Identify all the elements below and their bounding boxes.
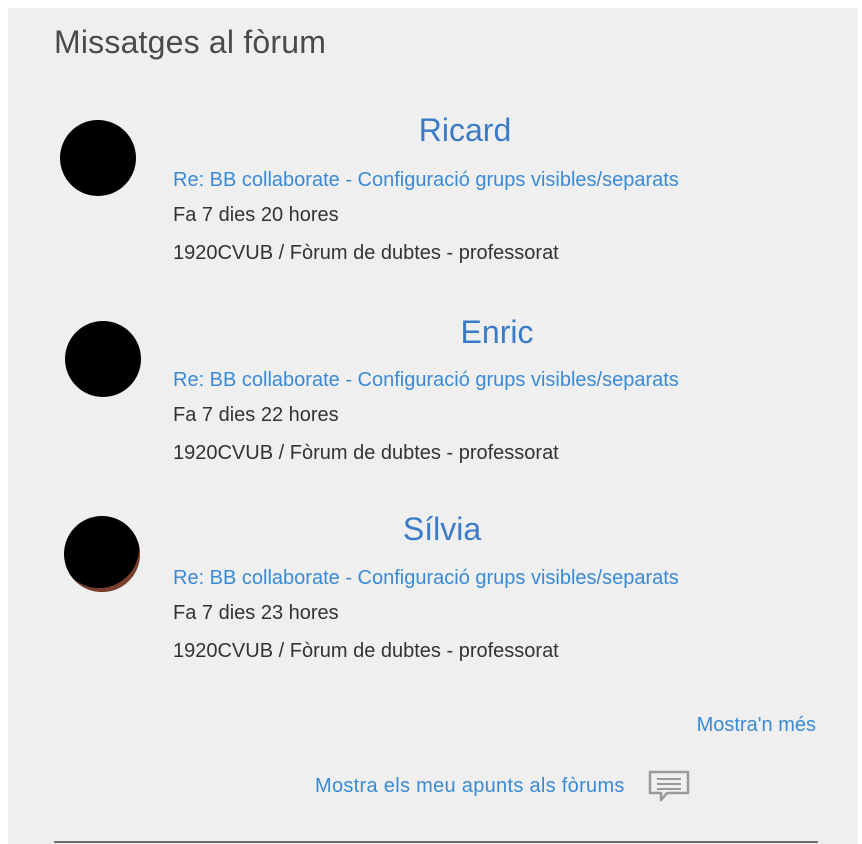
avatar[interactable]: [64, 516, 140, 592]
block-title: Missatges al fòrum: [54, 24, 327, 60]
post-forum: 1920CVUB / Fòrum de dubtes - professorat: [173, 640, 559, 662]
forum-post: Ricard Re: BB collaborate - Configuració…: [8, 108, 858, 278]
avatar[interactable]: [65, 321, 141, 397]
post-forum: 1920CVUB / Fòrum de dubtes - professorat: [173, 442, 559, 464]
avatar[interactable]: [60, 120, 136, 196]
post-subject[interactable]: Re: BB collaborate - Configuració grups …: [173, 169, 818, 192]
post-time: Fa 7 dies 20 hores: [173, 204, 339, 226]
post-time: Fa 7 dies 22 hores: [173, 404, 339, 426]
post-time: Fa 7 dies 23 hores: [173, 602, 339, 624]
post-author[interactable]: Sílvia: [292, 511, 592, 548]
show-notes-row[interactable]: Mostra els meu apunts als fòrums: [315, 768, 693, 804]
show-more-link[interactable]: Mostra'n més: [697, 714, 816, 737]
post-subject[interactable]: Re: BB collaborate - Configuració grups …: [173, 567, 818, 590]
forum-post: Enric Re: BB collaborate - Configuració …: [8, 308, 858, 478]
show-notes-link[interactable]: Mostra els meu apunts als fòrums: [315, 775, 625, 798]
chat-icon[interactable]: [647, 769, 693, 803]
forum-post: Sílvia Re: BB collaborate - Configuració…: [8, 506, 858, 676]
post-subject[interactable]: Re: BB collaborate - Configuració grups …: [173, 369, 818, 392]
forum-posts-block: Missatges al fòrum Ricard Re: BB collabo…: [8, 8, 858, 844]
post-author[interactable]: Ricard: [315, 112, 615, 149]
post-forum: 1920CVUB / Fòrum de dubtes - professorat: [173, 242, 559, 264]
post-author[interactable]: Enric: [347, 314, 647, 351]
divider: [54, 841, 818, 843]
